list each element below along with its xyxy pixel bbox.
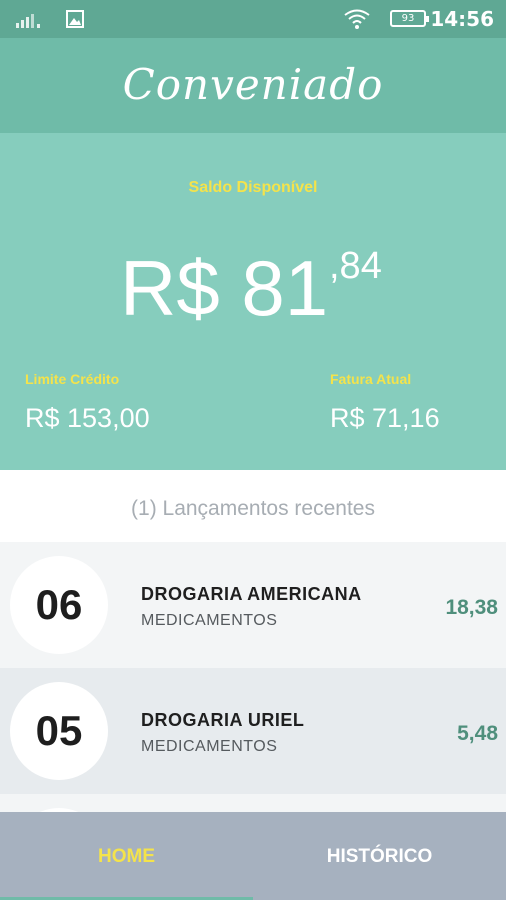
- image-icon: [66, 10, 84, 28]
- transaction-category: MEDICAMENTOS: [141, 612, 278, 629]
- bottom-navigation: HOME HISTÓRICO: [0, 812, 506, 900]
- app-title: Conveniado: [122, 60, 384, 109]
- recent-transactions-header: (1) Lançamentos recentes: [0, 470, 506, 542]
- day-badge: 06: [10, 556, 108, 654]
- status-bar: 93 14:56: [0, 0, 506, 38]
- available-balance-amount: R$ 81: [120, 244, 329, 332]
- list-item[interactable]: 06 DROGARIA AMERICANA MEDICAMENTOS 18,38: [0, 542, 506, 668]
- app-bar: Conveniado: [0, 38, 506, 133]
- list-item[interactable]: 05 DROGARIA URIEL MEDICAMENTOS 5,48: [0, 668, 506, 794]
- tab-history[interactable]: HISTÓRICO: [253, 812, 506, 900]
- day-badge: 05: [10, 682, 108, 780]
- wifi-icon: [344, 9, 370, 29]
- transactions-list[interactable]: 06 DROGARIA AMERICANA MEDICAMENTOS 18,38…: [0, 542, 506, 812]
- transaction-amount: 18,38: [445, 596, 498, 619]
- credit-limit-value: R$ 153,00: [25, 403, 150, 433]
- current-invoice-value: R$ 71,16: [330, 403, 440, 433]
- merchant-name: DROGARIA AMERICANA: [141, 584, 362, 604]
- battery-icon: 93: [390, 10, 429, 27]
- available-balance-label: Saldo Disponível: [188, 179, 318, 196]
- battery-level: 93: [401, 13, 415, 24]
- transaction-amount: 5,48: [457, 722, 498, 745]
- tab-home[interactable]: HOME: [0, 812, 253, 900]
- credit-limit-label: Limite Crédito: [25, 371, 120, 387]
- current-invoice-label: Fatura Atual: [330, 371, 412, 387]
- status-clock: 14:56: [430, 7, 494, 31]
- signal-icon: [16, 14, 40, 28]
- available-balance-cents: ,84: [329, 245, 382, 287]
- merchant-name: DROGARIA URIEL: [141, 710, 305, 730]
- list-item-partial[interactable]: [0, 794, 506, 812]
- transaction-category: MEDICAMENTOS: [141, 738, 278, 755]
- balance-panel: Saldo Disponível R$ 81 ,84 Limite Crédit…: [0, 133, 506, 470]
